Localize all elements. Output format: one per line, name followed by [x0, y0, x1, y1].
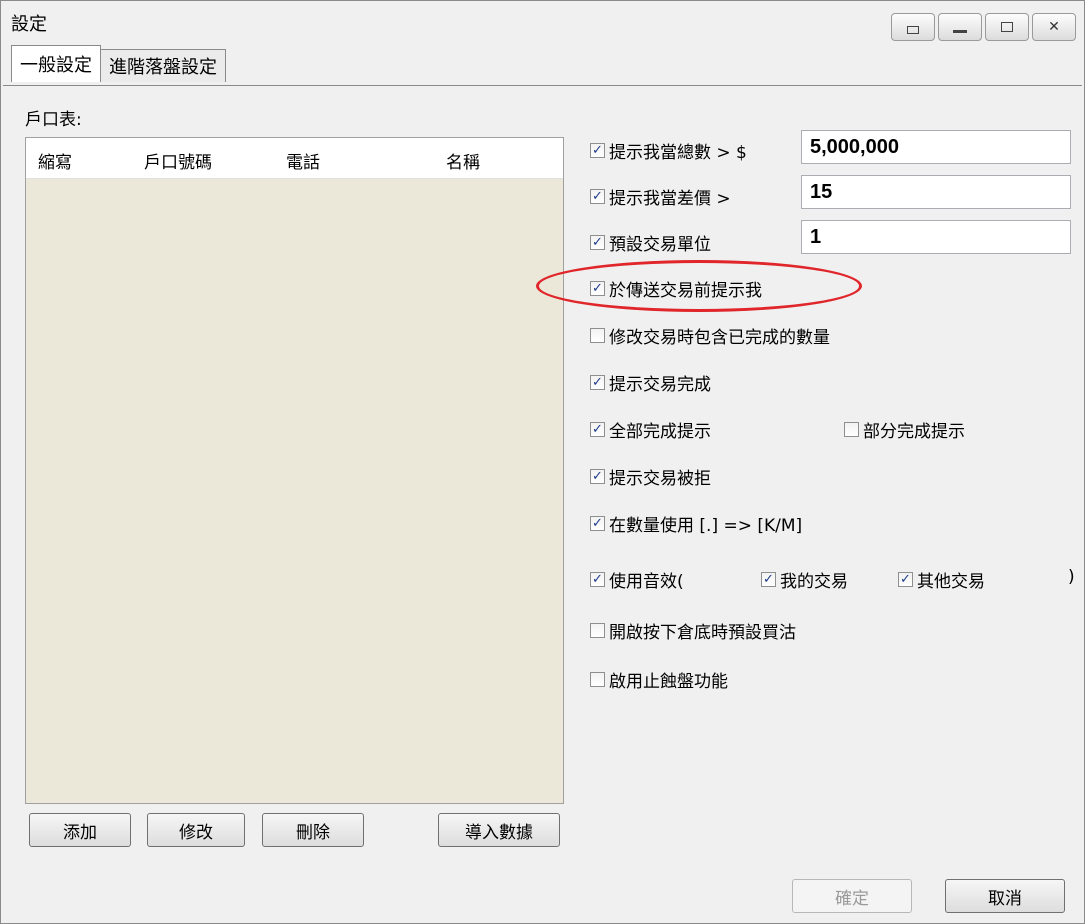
restore-down-icon[interactable]: [891, 13, 935, 41]
column-header-account-number[interactable]: 戶口號碼: [144, 148, 212, 173]
bottom-default-buy-sell-checkbox[interactable]: [590, 623, 605, 638]
account-list-header: 縮寫 戶口號碼 電話 名稱: [26, 138, 563, 179]
window-title: 設定: [11, 14, 47, 35]
settings-window: 設定 ✕ 一般設定 進階落盤設定 戶口表: 縮寫 戶口號碼 電話 名稱 添加 修…: [0, 0, 1085, 924]
total-alert-label: 提示我當總數 > $: [609, 143, 747, 163]
sound-other-trades-option[interactable]: ✓ 其他交易: [898, 567, 985, 592]
partial-done-alert-checkbox[interactable]: [844, 422, 859, 437]
minimize-button[interactable]: [938, 13, 982, 41]
confirm-before-send-checkbox[interactable]: ✓: [590, 281, 605, 296]
dialog-button-bar: 確定 取消: [1, 865, 1084, 923]
full-done-alert-label: 全部完成提示: [609, 422, 711, 442]
edit-button[interactable]: 修改: [147, 813, 245, 847]
rejected-alert-option[interactable]: ✓ 提示交易被拒: [590, 464, 711, 489]
default-unit-input[interactable]: 1: [801, 220, 1071, 254]
bottom-default-buy-sell-option[interactable]: 開啟按下倉底時預設買沽: [590, 618, 796, 643]
tab-strip: 一般設定 進階落盤設定: [11, 45, 226, 82]
total-alert-option[interactable]: ✓ 提示我當總數 > $: [590, 138, 747, 163]
default-unit-option[interactable]: ✓ 預設交易單位: [590, 230, 711, 255]
column-header-phone[interactable]: 電話: [286, 148, 320, 173]
cancel-button[interactable]: 取消: [945, 879, 1065, 913]
default-unit-label: 預設交易單位: [609, 235, 711, 255]
sound-other-trades-label: 其他交易: [917, 572, 985, 592]
trade-done-alert-option[interactable]: ✓ 提示交易完成: [590, 370, 711, 395]
sound-close-paren: ): [1068, 567, 1075, 587]
qty-shortcut-label: 在數量使用 [.] => [K/M]: [609, 516, 803, 536]
column-header-name[interactable]: 名稱: [446, 148, 480, 173]
total-alert-checkbox[interactable]: ✓: [590, 143, 605, 158]
import-data-button[interactable]: 導入數據: [438, 813, 560, 847]
default-unit-checkbox[interactable]: ✓: [590, 235, 605, 250]
include-filled-qty-checkbox[interactable]: [590, 328, 605, 343]
partial-done-alert-label: 部分完成提示: [863, 422, 965, 442]
diff-alert-checkbox[interactable]: ✓: [590, 189, 605, 204]
diff-alert-input[interactable]: 15: [801, 175, 1071, 209]
include-filled-qty-option[interactable]: 修改交易時包含已完成的數量: [590, 323, 830, 348]
qty-shortcut-checkbox[interactable]: ✓: [590, 516, 605, 531]
partial-done-alert-option[interactable]: 部分完成提示: [844, 417, 965, 442]
sound-option[interactable]: ✓ 使用音效(: [590, 567, 684, 592]
sound-checkbox[interactable]: ✓: [590, 572, 605, 587]
stop-loss-option[interactable]: 啟用止蝕盤功能: [590, 667, 728, 692]
tab-general[interactable]: 一般設定: [11, 45, 101, 82]
qty-shortcut-option[interactable]: ✓ 在數量使用 [.] => [K/M]: [590, 511, 802, 536]
rejected-alert-checkbox[interactable]: ✓: [590, 469, 605, 484]
total-alert-input[interactable]: 5,000,000: [801, 130, 1071, 164]
diff-alert-option[interactable]: ✓ 提示我當差價 >: [590, 184, 731, 209]
window-controls: ✕: [891, 13, 1076, 41]
account-list[interactable]: 縮寫 戶口號碼 電話 名稱: [25, 137, 564, 804]
stop-loss-label: 啟用止蝕盤功能: [609, 672, 728, 692]
account-list-label: 戶口表:: [25, 110, 82, 130]
maximize-button[interactable]: [985, 13, 1029, 41]
include-filled-qty-label: 修改交易時包含已完成的數量: [609, 328, 830, 348]
sound-other-trades-checkbox[interactable]: ✓: [898, 572, 913, 587]
ok-button[interactable]: 確定: [792, 879, 912, 913]
sound-my-trades-option[interactable]: ✓ 我的交易: [761, 567, 848, 592]
confirm-before-send-option[interactable]: ✓ 於傳送交易前提示我: [590, 276, 762, 301]
rejected-alert-label: 提示交易被拒: [609, 469, 711, 489]
sound-label: 使用音效(: [609, 572, 684, 592]
column-header-abbrev[interactable]: 縮寫: [38, 148, 72, 173]
tab-advanced-order[interactable]: 進階落盤設定: [100, 49, 226, 82]
trade-done-alert-checkbox[interactable]: ✓: [590, 375, 605, 390]
sound-my-trades-label: 我的交易: [780, 572, 848, 592]
full-done-alert-checkbox[interactable]: ✓: [590, 422, 605, 437]
full-done-alert-option[interactable]: ✓ 全部完成提示: [590, 417, 711, 442]
trade-done-alert-label: 提示交易完成: [609, 375, 711, 395]
diff-alert-label: 提示我當差價 >: [609, 189, 731, 209]
sound-my-trades-checkbox[interactable]: ✓: [761, 572, 776, 587]
bottom-default-buy-sell-label: 開啟按下倉底時預設買沽: [609, 623, 796, 643]
close-icon: ✕: [1048, 19, 1060, 35]
stop-loss-checkbox[interactable]: [590, 672, 605, 687]
add-button[interactable]: 添加: [29, 813, 131, 847]
confirm-before-send-label: 於傳送交易前提示我: [609, 281, 762, 301]
close-button[interactable]: ✕: [1032, 13, 1076, 41]
title-bar: 設定 ✕: [1, 1, 1084, 45]
delete-button[interactable]: 刪除: [262, 813, 364, 847]
